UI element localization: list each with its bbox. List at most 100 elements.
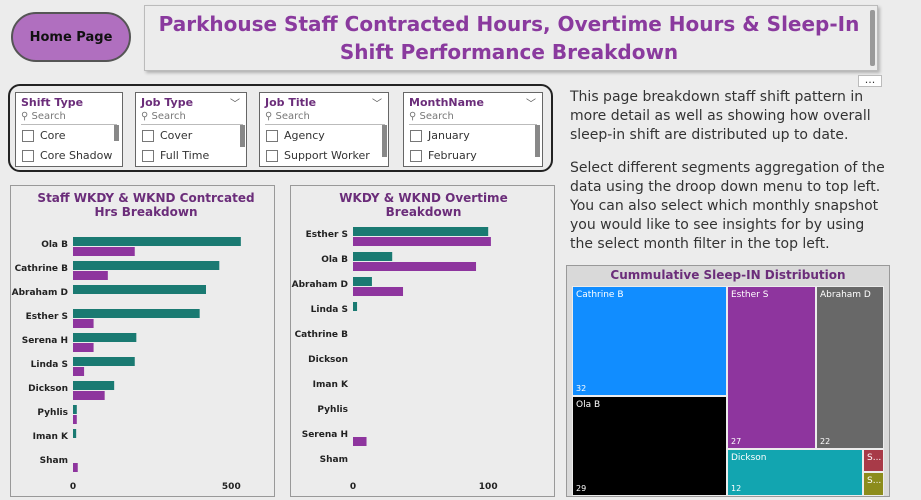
category-label: Iman K	[313, 380, 349, 390]
slicer-month-name[interactable]: MonthName ﹀ ⚲ Search January February	[403, 92, 543, 167]
bar[interactable]	[73, 463, 78, 472]
bar[interactable]	[73, 333, 137, 342]
category-label: Dickson	[308, 355, 348, 365]
treemap-label: S...	[867, 453, 882, 463]
treemap-cell[interactable]: Abraham D 22	[816, 286, 884, 449]
slicer-title: Job Title	[265, 96, 317, 109]
bar[interactable]	[353, 277, 372, 286]
bar[interactable]	[73, 357, 135, 366]
treemap-label: Cathrine B	[576, 290, 624, 300]
slicer-option[interactable]: Agency	[266, 129, 325, 142]
checkbox[interactable]	[142, 149, 154, 162]
treemap-label: Dickson	[731, 453, 767, 463]
overtime-chart-panel: WKDY & WKND Overtime Breakdown Esther SO…	[290, 185, 555, 497]
category-label: Serena H	[22, 336, 68, 346]
chevron-down-icon[interactable]: ﹀	[230, 95, 240, 110]
bar[interactable]	[353, 437, 367, 446]
description-paragraph-2: Select different segments aggregation of…	[570, 160, 885, 252]
category-label: Serena H	[302, 430, 348, 440]
slicer-option[interactable]: February	[410, 149, 477, 162]
category-label: Dickson	[28, 384, 68, 394]
bar[interactable]	[73, 261, 220, 270]
bar[interactable]	[73, 247, 135, 256]
treemap-value: 27	[731, 437, 742, 446]
slicer-option[interactable]: Cover	[142, 129, 192, 142]
sleep-in-treemap: Cathrine B 32 Ola B 29 Esther S 27 Abraham D 22…	[572, 286, 884, 496]
checkbox[interactable]	[142, 129, 154, 142]
checkbox[interactable]	[22, 149, 34, 162]
category-label: Sham	[40, 456, 68, 466]
category-label: Iman K	[33, 432, 69, 442]
category-label: Cathrine B	[295, 330, 349, 340]
category-label: Esther S	[306, 230, 348, 240]
slicer-scrollbar[interactable]	[382, 125, 387, 157]
treemap-cell[interactable]: Esther S 27	[727, 286, 816, 449]
bar[interactable]	[73, 271, 108, 280]
category-label: Cathrine B	[15, 264, 69, 274]
bar[interactable]	[353, 302, 358, 311]
slicer-search[interactable]: ⚲ Search	[141, 111, 243, 125]
treemap-label: S...	[867, 476, 882, 486]
bar[interactable]	[73, 391, 105, 400]
bar[interactable]	[73, 405, 77, 414]
slicer-search[interactable]: ⚲ Search	[265, 111, 385, 125]
chevron-down-icon[interactable]: ﹀	[372, 95, 382, 110]
bar[interactable]	[353, 287, 404, 296]
checkbox[interactable]	[266, 149, 278, 162]
treemap-cell[interactable]: Dickson 12	[727, 449, 863, 496]
slicer-scrollbar[interactable]	[114, 125, 119, 141]
home-page-button[interactable]: Home Page	[11, 12, 131, 62]
slicer-option[interactable]: January	[410, 129, 470, 142]
bar[interactable]	[73, 429, 77, 438]
bar[interactable]	[353, 237, 491, 246]
tick-label: 500	[222, 482, 241, 492]
treemap-label: Ola B	[576, 400, 601, 410]
bar[interactable]	[73, 367, 85, 376]
slicer-option[interactable]: Full Time	[142, 149, 209, 162]
slicer-search[interactable]: ⚲ Search	[21, 111, 117, 125]
treemap-value: 29	[576, 484, 587, 493]
chevron-down-icon[interactable]: ﹀	[526, 95, 536, 110]
treemap-value: 32	[576, 384, 587, 393]
treemap-cell[interactable]: Ola B 29	[572, 396, 727, 496]
checkbox[interactable]	[266, 129, 278, 142]
treemap-cell[interactable]: Cathrine B 32	[572, 286, 727, 396]
bar[interactable]	[73, 381, 115, 390]
treemap-cell[interactable]: S...	[863, 472, 884, 496]
slicer-job-title[interactable]: Job Title ﹀ ⚲ Search Agency Support Work…	[259, 92, 389, 167]
title-scrollbar[interactable]	[870, 10, 875, 66]
bar[interactable]	[73, 237, 241, 246]
bar[interactable]	[73, 285, 206, 294]
treemap-value: 12	[731, 484, 742, 493]
sleep-in-treemap-panel: Cummulative Sleep-IN Distribution Cathri…	[566, 265, 890, 497]
slicer-search[interactable]: ⚲ Search	[409, 111, 537, 125]
bar[interactable]	[353, 252, 393, 261]
slicer-option[interactable]: Core Shadow	[22, 149, 112, 162]
bar[interactable]	[73, 415, 77, 424]
tick-label: 100	[479, 482, 498, 492]
search-icon: ⚲	[265, 111, 273, 122]
bar[interactable]	[73, 309, 200, 318]
checkbox[interactable]	[410, 129, 422, 142]
bar[interactable]	[73, 343, 94, 352]
contracted-hours-chart-panel: Staff WKDY & WKND Contrcated Hrs Breakdo…	[10, 185, 275, 497]
more-options-icon[interactable]: ...	[858, 74, 882, 87]
checkbox[interactable]	[410, 149, 422, 162]
slicer-scrollbar[interactable]	[240, 125, 245, 147]
checkbox[interactable]	[22, 129, 34, 142]
slicer-job-type[interactable]: Job Type ﹀ ⚲ Search Cover Full Time	[135, 92, 247, 167]
slicer-option[interactable]: Support Worker	[266, 149, 370, 162]
treemap-label: Abraham D	[820, 290, 871, 300]
slicer-shift-type[interactable]: Shift Type ⚲ Search Core Core Shadow	[15, 92, 123, 167]
bar[interactable]	[353, 227, 489, 236]
treemap-cell[interactable]: S...	[863, 449, 884, 472]
tick-label: 0	[350, 482, 356, 492]
bar[interactable]	[73, 319, 94, 328]
slicer-title: Job Type	[141, 96, 194, 109]
slicer-option[interactable]: Core	[22, 129, 65, 142]
category-label: Ola B	[321, 255, 348, 265]
slicer-scrollbar[interactable]	[535, 125, 540, 157]
category-label: Linda S	[31, 360, 68, 370]
bar[interactable]	[353, 262, 477, 271]
treemap-label: Esther S	[731, 290, 769, 300]
